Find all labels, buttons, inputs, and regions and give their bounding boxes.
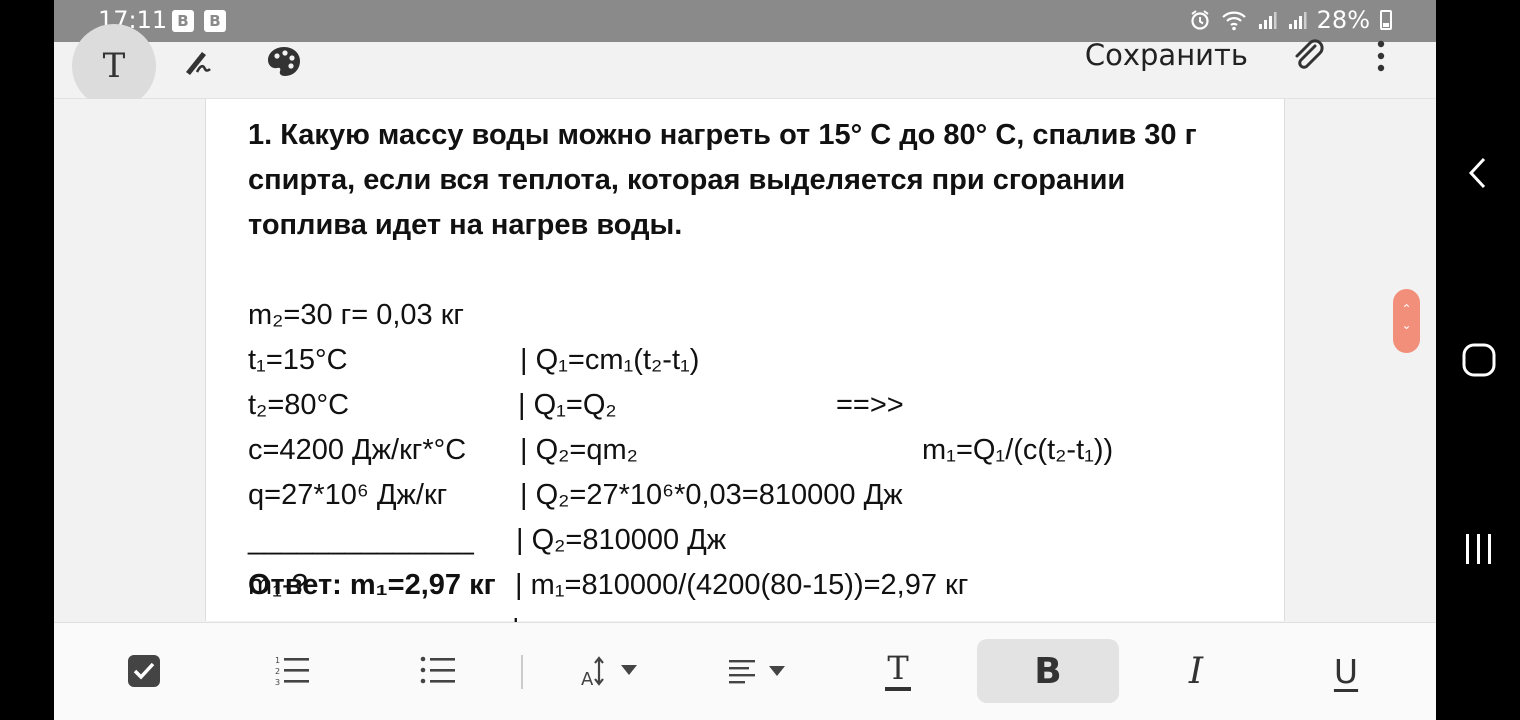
wifi-icon [1221,11,1246,31]
pen-icon [186,52,211,75]
scroll-handle[interactable]: ⌃ ⌄ [1393,289,1420,353]
numbered-list-icon: 1 2 3 [275,656,309,687]
note-text[interactable]: 1. Какую массу воды можно нагреть от 15°… [248,113,1258,646]
numbered-list-button[interactable]: 1 2 3 [272,639,312,703]
solution-row: ______________ | m₁=810000/(4200(80-15))… [248,473,1258,601]
solution-row: m₂=30 г= 0,03 кг | Q₁=cm₁(t₂-t₁) ==>> m₁… [248,248,1258,466]
text-color-swatch [885,687,911,691]
paperclip-icon [1295,39,1324,69]
checkbox-icon [128,655,160,687]
solution-row: t₁=15°C | Q₁=Q₂ [248,293,1258,421]
editor-toolbar: T Сохранить [54,24,1436,108]
svg-text:2: 2 [275,667,280,676]
font-size-icon: A [581,656,637,689]
svg-text:1: 1 [275,656,280,665]
svg-text:A: A [581,669,594,689]
handwriting-pen-button[interactable] [180,42,220,82]
status-indicators: 28% [1189,6,1392,34]
alarm-icon [1191,10,1209,30]
question-line: топлива идет на нагрев воды. [248,209,683,241]
more-vertical-icon [1377,40,1385,72]
signal-icon [1288,12,1307,29]
solution-cell: | m₁=810000/(4200(80-15))=2,97 кг [515,569,969,601]
solution-row: t₂=80°C | Q₂=qm₂ [248,338,1258,466]
attach-button[interactable] [1288,36,1328,76]
chevron-up-icon: ⌃ [1401,302,1412,316]
align-left-icon [729,660,785,684]
note-editor-screen: 17:11 B B 28% T Сохранить 1. Какую массу… [54,0,1436,720]
signal-icon [1258,12,1277,29]
toolbar-divider [521,655,523,689]
question-line: 1. Какую массу воды можно нагреть от 15°… [248,119,1197,151]
bullet-list-icon [420,656,455,684]
text-color-icon: T [887,649,909,687]
given-cell: m₁-? [248,569,308,601]
more-options-button[interactable] [1366,36,1396,76]
bullet-list-button[interactable] [418,639,458,703]
solution-row: q=27*10⁶ Дж/кг | Q₂=810000 Дж [248,428,1258,556]
underline-button[interactable]: U [1324,639,1368,703]
checkbox-button[interactable] [124,639,164,703]
text-mode-button[interactable]: T [72,24,156,108]
back-icon[interactable] [1466,156,1490,190]
home-icon[interactable] [1462,343,1496,377]
system-navigation-bar [1436,0,1520,720]
palette-button[interactable] [264,42,304,82]
status-bar: 17:11 B B 28% [54,0,1436,42]
save-button[interactable]: Сохранить [1085,38,1248,72]
solution-row: c=4200 Дж/кг*°C | Q₂=27*10⁶*0,03=810000 … [248,383,1258,511]
italic-button[interactable]: I [1174,639,1218,703]
document-area: 1. Какую массу воды можно нагреть от 15°… [54,99,1436,646]
battery-icon [1380,10,1392,30]
font-size-button[interactable]: A [578,639,642,703]
palette-icon [268,47,300,76]
align-button[interactable] [726,639,790,703]
chevron-down-icon: ⌄ [1401,318,1412,332]
bold-button[interactable]: B [977,639,1119,703]
notification-badge-icon: B [204,10,226,32]
notification-badge-icon: B [172,10,194,32]
format-toolbar: 1 2 3 A T B I U [54,622,1436,720]
question-line: спирта, если вся теплота, которая выделя… [248,164,1126,196]
svg-text:3: 3 [275,678,280,687]
battery-level: 28% [1316,6,1370,34]
solution-row: m₁-? | [248,518,1258,646]
text-color-button[interactable]: T [876,639,920,703]
document-page[interactable]: 1. Какую массу воды можно нагреть от 15°… [205,99,1285,646]
recent-apps-icon[interactable] [1463,532,1495,566]
